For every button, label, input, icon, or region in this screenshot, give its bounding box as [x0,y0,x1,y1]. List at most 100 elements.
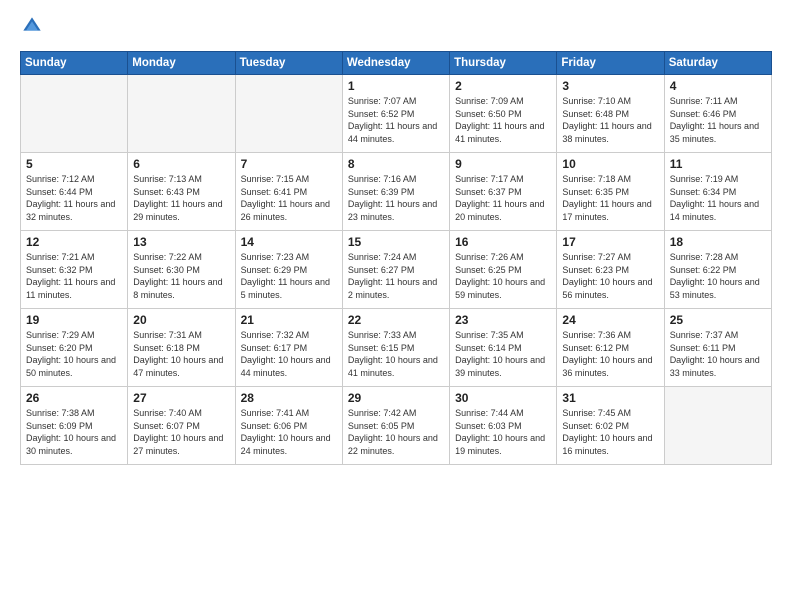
day-info: Sunrise: 7:12 AMSunset: 6:44 PMDaylight:… [26,173,122,223]
calendar-cell: 8 Sunrise: 7:16 AMSunset: 6:39 PMDaylight… [342,153,449,231]
calendar-cell [128,75,235,153]
day-number: 28 [241,391,337,405]
day-number: 20 [133,313,229,327]
day-info: Sunrise: 7:13 AMSunset: 6:43 PMDaylight:… [133,173,229,223]
calendar-cell: 25 Sunrise: 7:37 AMSunset: 6:11 PMDayligh… [664,309,771,387]
day-number: 25 [670,313,766,327]
week-row-3: 12 Sunrise: 7:21 AMSunset: 6:32 PMDayligh… [21,231,772,309]
day-info: Sunrise: 7:37 AMSunset: 6:11 PMDaylight:… [670,329,766,379]
calendar-cell [235,75,342,153]
calendar-cell [21,75,128,153]
day-info: Sunrise: 7:27 AMSunset: 6:23 PMDaylight:… [562,251,658,301]
calendar-cell: 18 Sunrise: 7:28 AMSunset: 6:22 PMDayligh… [664,231,771,309]
calendar-cell: 10Sunrise: 7:18 AMSunset: 6:35 PMDayligh… [557,153,664,231]
day-info: Sunrise: 7:45 AMSunset: 6:02 PMDaylight:… [562,407,658,457]
day-number: 23 [455,313,551,327]
day-number: 29 [348,391,444,405]
calendar-cell: 30 Sunrise: 7:44 AMSunset: 6:03 PMDayligh… [450,387,557,465]
calendar-body: 1 Sunrise: 7:07 AMSunset: 6:52 PMDaylight… [21,75,772,465]
day-info: Sunrise: 7:09 AMSunset: 6:50 PMDaylight:… [455,95,551,145]
day-info: Sunrise: 7:42 AMSunset: 6:05 PMDaylight:… [348,407,444,457]
day-info: Sunrise: 7:36 AMSunset: 6:12 PMDaylight:… [562,329,658,379]
calendar-cell [664,387,771,465]
week-row-5: 26 Sunrise: 7:38 AMSunset: 6:09 PMDayligh… [21,387,772,465]
weekday-wednesday: Wednesday [342,52,449,75]
day-number: 14 [241,235,337,249]
logo-icon [22,16,42,36]
calendar-cell: 2 Sunrise: 7:09 AMSunset: 6:50 PMDaylight… [450,75,557,153]
calendar-cell: 1 Sunrise: 7:07 AMSunset: 6:52 PMDaylight… [342,75,449,153]
calendar-cell: 7 Sunrise: 7:15 AMSunset: 6:41 PMDaylight… [235,153,342,231]
calendar-cell: 4Sunrise: 7:11 AMSunset: 6:46 PMDaylight… [664,75,771,153]
day-number: 4 [670,79,766,93]
day-info: Sunrise: 7:29 AMSunset: 6:20 PMDaylight:… [26,329,122,379]
calendar-cell: 20 Sunrise: 7:31 AMSunset: 6:18 PMDayligh… [128,309,235,387]
day-number: 1 [348,79,444,93]
day-number: 15 [348,235,444,249]
day-info: Sunrise: 7:35 AMSunset: 6:14 PMDaylight:… [455,329,551,379]
day-number: 27 [133,391,229,405]
calendar-cell: 5 Sunrise: 7:12 AMSunset: 6:44 PMDaylight… [21,153,128,231]
week-row-2: 5 Sunrise: 7:12 AMSunset: 6:44 PMDaylight… [21,153,772,231]
day-info: Sunrise: 7:41 AMSunset: 6:06 PMDaylight:… [241,407,337,457]
day-info: Sunrise: 7:22 AMSunset: 6:30 PMDaylight:… [133,251,229,301]
day-info: Sunrise: 7:17 AMSunset: 6:37 PMDaylight:… [455,173,551,223]
day-info: Sunrise: 7:44 AMSunset: 6:03 PMDaylight:… [455,407,551,457]
day-number: 17 [562,235,658,249]
day-number: 5 [26,157,122,171]
day-number: 7 [241,157,337,171]
calendar-container: SundayMondayTuesdayWednesdayThursdayFrid… [0,0,792,612]
calendar-cell: 29 Sunrise: 7:42 AMSunset: 6:05 PMDayligh… [342,387,449,465]
weekday-monday: Monday [128,52,235,75]
day-info: Sunrise: 7:10 AMSunset: 6:48 PMDaylight:… [562,95,658,145]
day-number: 12 [26,235,122,249]
day-number: 30 [455,391,551,405]
day-number: 2 [455,79,551,93]
header [20,16,772,41]
weekday-thursday: Thursday [450,52,557,75]
weekday-header-row: SundayMondayTuesdayWednesdayThursdayFrid… [21,52,772,75]
calendar-cell: 3Sunrise: 7:10 AMSunset: 6:48 PMDaylight… [557,75,664,153]
calendar-cell: 17 Sunrise: 7:27 AMSunset: 6:23 PMDayligh… [557,231,664,309]
calendar-cell: 13 Sunrise: 7:22 AMSunset: 6:30 PMDayligh… [128,231,235,309]
week-row-4: 19 Sunrise: 7:29 AMSunset: 6:20 PMDayligh… [21,309,772,387]
calendar-cell: 21 Sunrise: 7:32 AMSunset: 6:17 PMDayligh… [235,309,342,387]
day-info: Sunrise: 7:16 AMSunset: 6:39 PMDaylight:… [348,173,444,223]
day-info: Sunrise: 7:07 AMSunset: 6:52 PMDaylight:… [348,95,444,145]
day-info: Sunrise: 7:15 AMSunset: 6:41 PMDaylight:… [241,173,337,223]
day-info: Sunrise: 7:21 AMSunset: 6:32 PMDaylight:… [26,251,122,301]
calendar-cell: 22Sunrise: 7:33 AMSunset: 6:15 PMDayligh… [342,309,449,387]
day-number: 21 [241,313,337,327]
day-info: Sunrise: 7:38 AMSunset: 6:09 PMDaylight:… [26,407,122,457]
day-number: 18 [670,235,766,249]
calendar-cell: 14 Sunrise: 7:23 AMSunset: 6:29 PMDayligh… [235,231,342,309]
day-info: Sunrise: 7:31 AMSunset: 6:18 PMDaylight:… [133,329,229,379]
day-number: 31 [562,391,658,405]
day-number: 26 [26,391,122,405]
day-info: Sunrise: 7:23 AMSunset: 6:29 PMDaylight:… [241,251,337,301]
day-number: 9 [455,157,551,171]
calendar-cell: 19 Sunrise: 7:29 AMSunset: 6:20 PMDayligh… [21,309,128,387]
calendar-table: SundayMondayTuesdayWednesdayThursdayFrid… [20,51,772,465]
weekday-tuesday: Tuesday [235,52,342,75]
calendar-cell: 24 Sunrise: 7:36 AMSunset: 6:12 PMDayligh… [557,309,664,387]
day-number: 8 [348,157,444,171]
day-info: Sunrise: 7:32 AMSunset: 6:17 PMDaylight:… [241,329,337,379]
calendar-cell: 26 Sunrise: 7:38 AMSunset: 6:09 PMDayligh… [21,387,128,465]
calendar-cell: 28 Sunrise: 7:41 AMSunset: 6:06 PMDayligh… [235,387,342,465]
day-number: 13 [133,235,229,249]
day-info: Sunrise: 7:28 AMSunset: 6:22 PMDaylight:… [670,251,766,301]
week-row-1: 1 Sunrise: 7:07 AMSunset: 6:52 PMDaylight… [21,75,772,153]
day-info: Sunrise: 7:26 AMSunset: 6:25 PMDaylight:… [455,251,551,301]
day-number: 16 [455,235,551,249]
calendar-cell: 6Sunrise: 7:13 AMSunset: 6:43 PMDaylight… [128,153,235,231]
weekday-friday: Friday [557,52,664,75]
day-info: Sunrise: 7:24 AMSunset: 6:27 PMDaylight:… [348,251,444,301]
day-info: Sunrise: 7:40 AMSunset: 6:07 PMDaylight:… [133,407,229,457]
day-info: Sunrise: 7:33 AMSunset: 6:15 PMDaylight:… [348,329,444,379]
day-number: 19 [26,313,122,327]
day-number: 24 [562,313,658,327]
calendar-cell: 12 Sunrise: 7:21 AMSunset: 6:32 PMDayligh… [21,231,128,309]
weekday-saturday: Saturday [664,52,771,75]
logo [20,16,46,41]
